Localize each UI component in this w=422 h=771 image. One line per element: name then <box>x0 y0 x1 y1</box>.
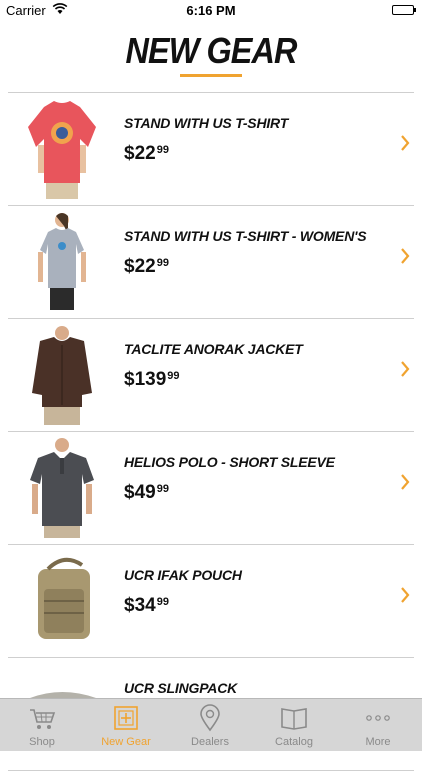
product-list: STAND WITH US T-SHIRT $2299 STAND WITH U… <box>0 92 422 771</box>
product-image <box>38 557 90 639</box>
product-row[interactable]: HELIOS POLO - SHORT SLEEVE $4999 <box>8 432 414 545</box>
status-bar: Carrier 6:16 PM <box>0 0 422 22</box>
product-name: STAND WITH US T-SHIRT - WOMEN'S <box>124 228 367 244</box>
product-price: $13999 <box>124 369 180 391</box>
product-row[interactable]: UCR IFAK POUCH $3499 <box>8 545 414 658</box>
price-dollars: $34 <box>124 595 156 616</box>
product-image <box>30 438 94 538</box>
tab-dealers[interactable]: Dealers <box>168 699 252 751</box>
more-dots-icon <box>366 715 390 721</box>
price-cents: 99 <box>156 257 169 269</box>
tab-label: Shop <box>29 736 55 748</box>
new-gear-icon <box>114 706 138 730</box>
product-price: $2299 <box>124 143 169 165</box>
product-price: $4999 <box>124 482 169 504</box>
product-name: HELIOS POLO - SHORT SLEEVE <box>124 454 335 470</box>
title-underline <box>180 74 242 77</box>
price-cents: 99 <box>167 370 180 382</box>
price-dollars: $22 <box>124 256 156 277</box>
product-name: STAND WITH US T-SHIRT <box>124 115 289 131</box>
book-icon <box>281 708 307 730</box>
clock: 6:16 PM <box>186 3 236 18</box>
product-price: $2299 <box>124 256 169 278</box>
tab-shop[interactable]: Shop <box>0 699 84 751</box>
price-dollars: $22 <box>124 143 156 164</box>
page-title: NEW GEAR <box>125 30 298 71</box>
product-image <box>28 101 96 199</box>
battery-icon <box>392 5 416 15</box>
location-pin-icon <box>200 704 220 732</box>
price-cents: 99 <box>156 483 169 495</box>
tab-bar: Shop New Gear Dealers Catalog More <box>0 698 422 751</box>
tab-label: New Gear <box>101 736 151 748</box>
product-row[interactable]: TACLITE ANORAK JACKET $13999 <box>8 319 414 432</box>
price-dollars: $139 <box>124 369 167 390</box>
product-image <box>38 213 86 310</box>
tab-label: Dealers <box>191 736 229 748</box>
header: NEW GEAR <box>0 22 422 92</box>
product-row[interactable]: STAND WITH US T-SHIRT - WOMEN'S $2299 <box>8 206 414 319</box>
chevron-right-icon[interactable] <box>400 361 410 377</box>
chevron-right-icon[interactable] <box>400 474 410 490</box>
product-name: UCR SLINGPACK <box>124 680 238 696</box>
tab-catalog[interactable]: Catalog <box>252 699 336 751</box>
product-row[interactable]: STAND WITH US T-SHIRT $2299 <box>8 92 414 206</box>
product-image <box>32 326 92 425</box>
chevron-right-icon[interactable] <box>400 587 410 603</box>
product-price: $3499 <box>124 595 169 617</box>
tab-label: More <box>365 736 391 748</box>
tab-label: Catalog <box>275 736 313 748</box>
chevron-right-icon[interactable] <box>400 135 410 151</box>
product-name: UCR IFAK POUCH <box>124 567 242 583</box>
cart-icon <box>30 709 56 729</box>
price-cents: 99 <box>156 144 169 156</box>
tab-new-gear[interactable]: New Gear <box>84 699 168 751</box>
product-name: TACLITE ANORAK JACKET <box>124 341 303 357</box>
price-cents: 99 <box>156 596 169 608</box>
price-dollars: $49 <box>124 482 156 503</box>
tab-more[interactable]: More <box>336 699 420 751</box>
chevron-right-icon[interactable] <box>400 248 410 264</box>
